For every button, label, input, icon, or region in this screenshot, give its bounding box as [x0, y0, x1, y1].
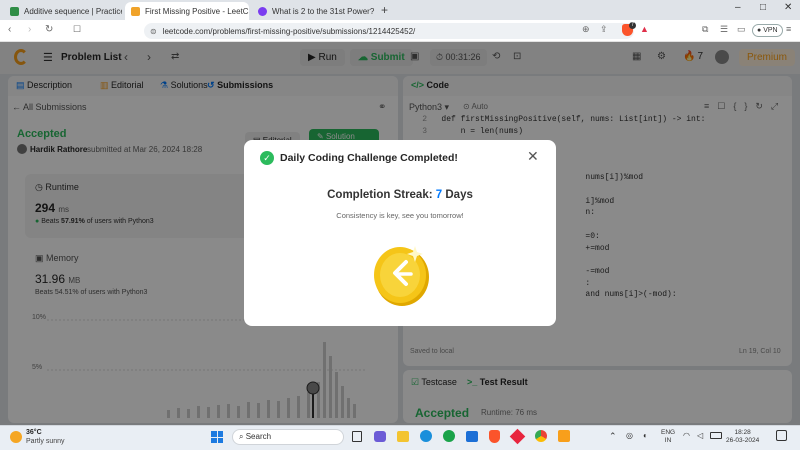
streak-label: Completion Streak:	[327, 189, 433, 201]
tab-title: First Missing Positive - LeetCode	[145, 6, 249, 16]
clock-date: 26-03-2024	[726, 437, 760, 444]
bookmark-icon[interactable]: ☐	[73, 24, 81, 35]
close-modal-button[interactable]: ✕	[527, 148, 539, 165]
browser-tab[interactable]: What is 2 to the 31st Power? | 2 to t ✕	[252, 2, 374, 20]
streak-value: 7	[435, 189, 443, 201]
wifi-icon[interactable]: ◠	[683, 431, 690, 440]
search-label: Search	[245, 432, 272, 441]
leetcode-favicon-icon	[131, 6, 140, 16]
modal-subtitle: Consistency is key, see you tomorrow!	[336, 211, 464, 220]
tab-title: Additive sequence | Practice | Geeks	[24, 6, 122, 16]
tray-icon[interactable]: ◐	[643, 431, 648, 440]
reload-icon[interactable]: ↻	[45, 24, 53, 35]
chevron-up-icon[interactable]: ⌃	[609, 431, 617, 442]
edge-icon[interactable]	[420, 430, 432, 442]
extensions-icon[interactable]: ⧉	[702, 24, 708, 35]
reading-list-icon[interactable]: ☰	[720, 24, 728, 35]
task-view-icon[interactable]	[352, 431, 362, 442]
check-circle-icon: ✓	[260, 151, 274, 165]
shields-count-badge: 7	[629, 22, 636, 29]
store-icon[interactable]	[466, 431, 478, 442]
challenge-complete-modal: ✓ Daily Coding Challenge Completed! ✕ Co…	[244, 140, 556, 326]
menu-icon[interactable]: ≡	[786, 24, 791, 34]
site-favicon-icon	[258, 6, 267, 16]
clock[interactable]: 18:28 26-03-2024	[726, 429, 759, 445]
forward-icon[interactable]: ›	[28, 24, 31, 35]
windows-start-icon[interactable]	[211, 431, 223, 443]
maximize-button[interactable]: □	[760, 2, 766, 13]
chrome-icon[interactable]	[535, 430, 547, 442]
weather-desc[interactable]: Partly sunny	[26, 438, 65, 445]
app-icon[interactable]	[558, 430, 570, 442]
volume-icon[interactable]: ◁	[697, 431, 703, 440]
url-text: leetcode.com/problems/first-missing-posi…	[162, 26, 416, 36]
battery-icon[interactable]	[710, 432, 722, 439]
site-info-icon[interactable]: ⊜	[150, 27, 157, 36]
brave-rewards-icon[interactable]: ▲	[640, 24, 649, 34]
browser-tab-active[interactable]: First Missing Positive - LeetCode ✕	[125, 2, 249, 20]
streak-unit: Days	[445, 189, 473, 201]
zoom-icon[interactable]: ⊕	[582, 24, 590, 35]
browser-tab[interactable]: Additive sequence | Practice | Geeks ✕	[4, 2, 122, 20]
clock-time: 18:28	[734, 429, 751, 436]
notifications-icon[interactable]	[776, 430, 787, 441]
leetcode-coin-icon	[374, 246, 429, 306]
weather-temp[interactable]: 36°C	[26, 429, 42, 436]
search-icon: ⌕	[239, 432, 244, 441]
teams-icon[interactable]	[374, 431, 386, 442]
app-icon[interactable]	[443, 430, 455, 442]
vpn-button[interactable]: ● VPN	[752, 24, 783, 37]
close-window-button[interactable]: ✕	[784, 2, 792, 13]
file-explorer-icon[interactable]	[397, 431, 409, 442]
geeksforgeeks-favicon-icon	[10, 6, 19, 16]
tab-title: What is 2 to the 31st Power? | 2 to t	[272, 6, 374, 16]
streak-line: Completion Streak: 7 Days	[244, 189, 556, 201]
minimize-button[interactable]: –	[735, 2, 741, 13]
url-bar[interactable]: ⊜ leetcode.com/problems/first-missing-po…	[144, 23, 634, 39]
wallet-icon[interactable]: ▭	[737, 24, 746, 35]
new-tab-button[interactable]: +	[381, 3, 388, 17]
back-icon[interactable]: ‹	[8, 24, 11, 35]
lang-bottom: IN	[664, 437, 672, 444]
vpn-label: VPN	[763, 27, 778, 34]
tray-icon[interactable]: ◎	[626, 431, 633, 440]
modal-title: Daily Coding Challenge Completed!	[280, 152, 458, 164]
language-indicator[interactable]: ENG IN	[661, 429, 675, 445]
brave-browser-icon[interactable]	[489, 430, 500, 443]
share-icon[interactable]: ⇪	[600, 24, 608, 35]
lang-top: ENG	[661, 429, 676, 436]
taskbar-search[interactable]: ⌕ Search	[232, 429, 344, 445]
weather-sun-icon[interactable]	[10, 431, 22, 443]
